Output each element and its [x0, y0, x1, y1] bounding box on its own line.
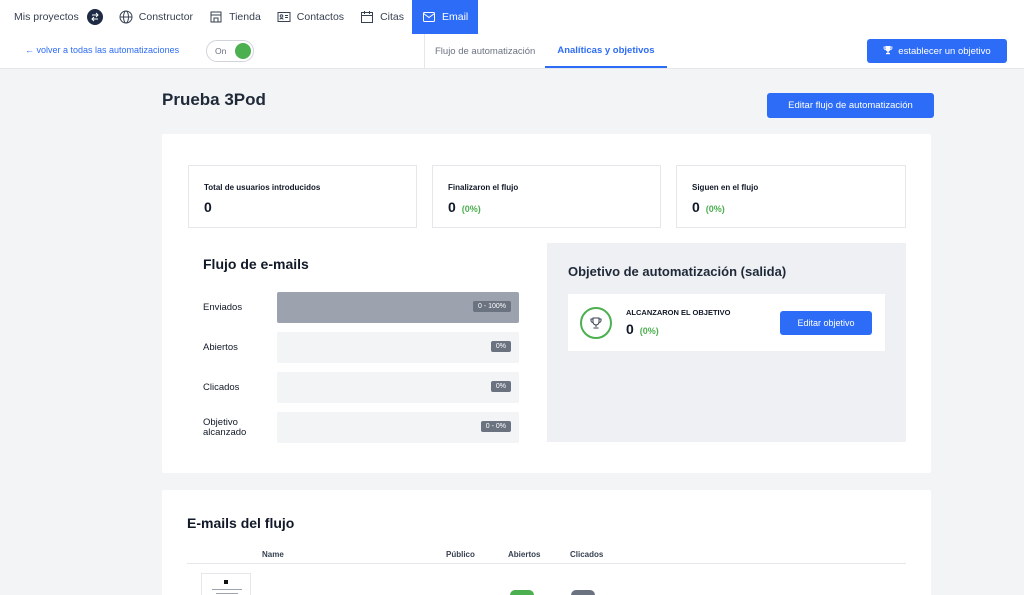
globe-icon — [119, 10, 133, 24]
flow-row-label-sent: Enviados — [203, 302, 243, 313]
flow-bar-badge: 0% — [490, 381, 511, 392]
email-flow-title: Flujo de e-mails — [203, 256, 309, 272]
automation-toggle[interactable]: On — [206, 40, 254, 62]
flow-row-label-goal-reached: Objetivo alcanzado — [203, 417, 247, 438]
nav-contacts-label: Contactos — [296, 11, 345, 23]
stat-finished-flow: Finalizaron el flujo 0 (0%) — [432, 165, 661, 228]
toggle-knob — [235, 43, 251, 59]
flow-row-label-clicked: Clicados — [203, 382, 240, 393]
thumbnail-logo — [224, 580, 228, 584]
stat-label: Total de usuarios introducidos — [204, 183, 321, 192]
goal-reached-label: ALCANZARON EL OBJETIVO — [626, 308, 731, 317]
nav-contacts[interactable]: Contactos — [269, 0, 352, 34]
nav-my-projects-label: Mis proyectos — [14, 11, 79, 23]
goal-panel-title: Objetivo de automatización (salida) — [568, 264, 787, 279]
opened-badge — [510, 590, 534, 595]
goal-summary: ALCANZARON EL OBJETIVO 0 (0%) Editar obje… — [568, 294, 885, 351]
nav-store-label: Tienda — [229, 11, 261, 23]
set-goal-button[interactable]: establecer un objetivo — [867, 39, 1007, 63]
email-thumbnail[interactable] — [201, 573, 251, 595]
toggle-label: On — [215, 46, 227, 56]
store-icon — [209, 10, 223, 24]
flow-bar-badge: 0 - 100% — [472, 301, 511, 312]
table-divider — [187, 563, 906, 564]
nav-constructor[interactable]: Constructor — [111, 0, 201, 34]
flow-emails-title: E-mails del flujo — [187, 515, 295, 531]
mail-icon — [422, 10, 436, 24]
nav-my-projects[interactable]: Mis proyectos — [0, 0, 111, 34]
tabs: Flujo de automatización Analíticas y obj… — [424, 34, 667, 68]
edit-goal-button[interactable]: Editar objetivo — [780, 311, 872, 335]
column-header-audience: Público — [446, 550, 475, 559]
flow-bar-goal-reached: 0 - 0% — [277, 412, 519, 443]
nav-email[interactable]: Email — [412, 0, 479, 34]
stat-total-users: Total de usuarios introducidos 0 — [188, 165, 417, 228]
stat-value: 0 (0%) — [448, 199, 481, 215]
clicked-badge — [571, 590, 595, 595]
stat-value: 0 — [204, 199, 212, 215]
trophy-icon — [580, 307, 612, 339]
stat-still-in-flow: Siguen en el flujo 0 (0%) — [676, 165, 906, 228]
contact-card-icon — [277, 10, 291, 24]
thumbnail-text-line — [216, 593, 238, 594]
flow-bar-badge: 0 - 0% — [480, 421, 511, 432]
tab-analytics-goals[interactable]: Analíticas y objetivos — [545, 34, 667, 68]
column-header-name: Name — [262, 550, 284, 559]
nav-appointments[interactable]: Citas — [352, 0, 412, 34]
thumbnail-text-line — [212, 589, 242, 590]
stat-percent: (0%) — [461, 204, 481, 214]
flow-bar-clicked: 0% — [277, 372, 519, 403]
nav-email-label: Email — [442, 11, 469, 23]
swap-icon[interactable] — [86, 9, 103, 25]
stat-label: Siguen en el flujo — [692, 183, 759, 192]
goal-reached-value: 0 (0%) — [626, 321, 659, 337]
automation-goal-panel: Objetivo de automatización (salida) ALCA… — [547, 243, 906, 442]
stat-percent: (0%) — [705, 204, 725, 214]
goal-reached-percent: (0%) — [639, 326, 659, 336]
edit-flow-button[interactable]: Editar flujo de automatización — [767, 93, 934, 118]
nav-constructor-label: Constructor — [138, 11, 194, 23]
top-nav: Mis proyectos Constructor Tienda Contact… — [0, 0, 1024, 34]
flow-row-label-opened: Abiertos — [203, 342, 238, 353]
tab-automation-flow[interactable]: Flujo de automatización — [425, 34, 545, 68]
page-title: Prueba 3Pod — [162, 90, 266, 109]
flow-bar-badge: 0% — [490, 341, 511, 352]
flow-bar-opened: 0% — [277, 332, 519, 363]
trophy-icon — [883, 45, 893, 58]
nav-appointments-label: Citas — [380, 11, 404, 23]
column-header-opened: Abiertos — [508, 550, 541, 559]
nav-store[interactable]: Tienda — [201, 0, 269, 34]
flow-emails-card — [162, 490, 931, 595]
stat-value: 0 (0%) — [692, 199, 725, 215]
calendar-icon — [360, 10, 374, 24]
flow-bar-sent: 0 - 100% — [277, 292, 519, 323]
stat-label: Finalizaron el flujo — [448, 183, 519, 192]
column-header-clicked: Clicados — [570, 550, 604, 559]
set-goal-label: establecer un objetivo — [898, 45, 991, 57]
back-to-automations-link[interactable]: ← volver a todas las automatizaciones — [25, 45, 179, 55]
